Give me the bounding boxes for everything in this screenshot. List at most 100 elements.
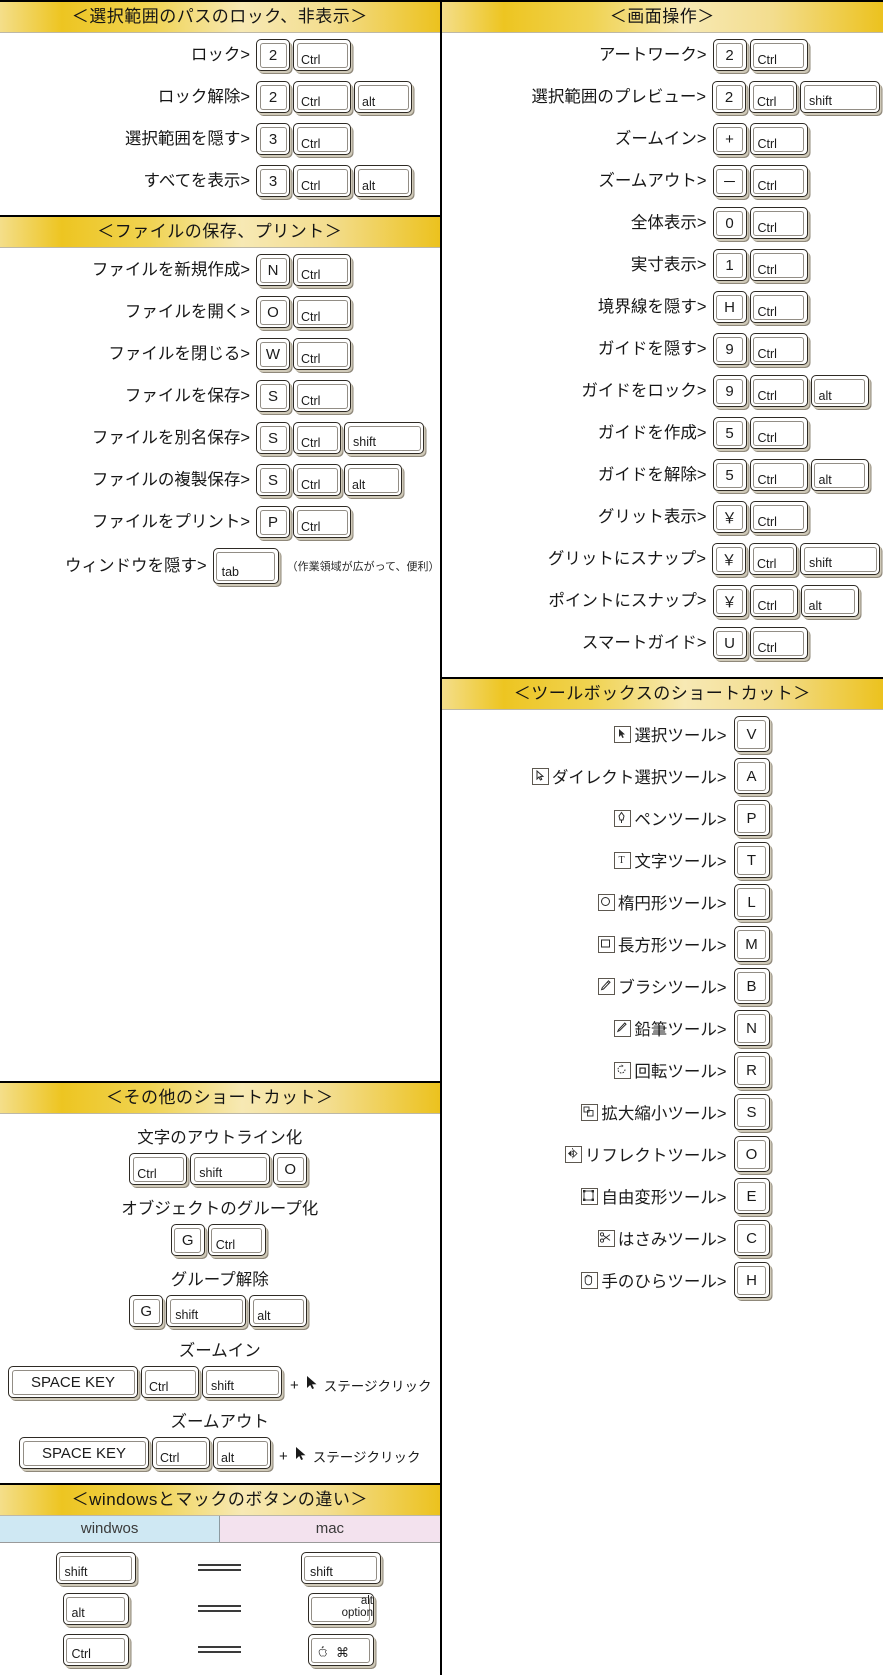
keycap[interactable]: Ctrl	[293, 296, 351, 328]
keycap[interactable]: Ctrl	[293, 81, 351, 113]
keycap[interactable]: alt	[344, 464, 402, 496]
keycap[interactable]: Ctrl	[293, 380, 351, 412]
section-title-lock-hide: ＜選択範囲のパスのロック、非表示＞	[0, 0, 440, 33]
keycap[interactable]: V	[733, 716, 770, 752]
keycap[interactable]: 9	[712, 375, 747, 407]
keycap[interactable]: 2	[256, 81, 290, 113]
keycap[interactable]: 5	[712, 459, 747, 491]
keycap[interactable]: Ctrl	[749, 81, 797, 113]
keycap[interactable]: shift	[300, 1552, 381, 1584]
keycap[interactable]: Ctrl	[749, 501, 808, 533]
keycap[interactable]: +	[712, 123, 747, 155]
keycap[interactable]: P	[256, 506, 290, 538]
keycap[interactable]: shift	[55, 1552, 136, 1584]
shortcut-label: ガイドをロック>	[581, 381, 707, 400]
keycap[interactable]: Ctrl	[749, 39, 808, 71]
keycap[interactable]: 9	[712, 333, 747, 365]
keycap[interactable]: shift	[166, 1295, 247, 1327]
keycap[interactable]: alt	[213, 1437, 271, 1469]
keycap[interactable]: A	[733, 758, 770, 794]
keycap[interactable]: SPACE KEY	[8, 1366, 138, 1398]
keycap[interactable]: G	[170, 1224, 205, 1256]
keycap[interactable]: shift	[800, 81, 880, 113]
keycap[interactable]: Ctrl	[749, 123, 808, 155]
keycap[interactable]: shift	[190, 1153, 271, 1185]
keycap[interactable]: Ctrl	[749, 417, 808, 449]
keycap[interactable]: alt	[810, 375, 869, 407]
keycap[interactable]: S	[256, 464, 290, 496]
keycap[interactable]: C	[733, 1220, 770, 1256]
keycap[interactable]: shift	[202, 1366, 282, 1398]
keycap[interactable]: G	[129, 1295, 164, 1327]
keycap[interactable]: U	[712, 627, 747, 659]
keycap[interactable]: 0	[712, 207, 747, 239]
keycap[interactable]: Ctrl	[293, 39, 351, 71]
keycap[interactable]: Ctrl	[152, 1437, 210, 1469]
keycap[interactable]: O	[733, 1136, 770, 1172]
keycap[interactable]: P	[733, 800, 770, 836]
keycap[interactable]: R	[733, 1052, 770, 1088]
keycap[interactable]: shift	[800, 543, 880, 575]
keycap[interactable]: Ctrl	[749, 627, 808, 659]
keycap[interactable]: SPACE KEY	[19, 1437, 149, 1469]
keycap[interactable]: ￥	[712, 585, 747, 617]
keycap[interactable]: T	[733, 842, 770, 878]
keycap[interactable]: tab	[212, 548, 279, 584]
keycap[interactable]: Ctrl	[293, 506, 351, 538]
keycap[interactable]: 3	[256, 123, 290, 155]
keycap[interactable]: －	[712, 165, 747, 197]
keycap[interactable]: Ctrl	[749, 543, 797, 575]
keycap[interactable]: 2	[256, 39, 290, 71]
keycap[interactable]: Ctrl	[293, 422, 341, 454]
keycap[interactable]: 3	[256, 165, 290, 197]
keycap[interactable]: alt	[62, 1593, 129, 1625]
keycap[interactable]: 2	[712, 81, 746, 113]
keycap[interactable]: N	[256, 254, 290, 286]
equals-divider-icon	[194, 1604, 245, 1614]
keycap[interactable]: Ctrl	[293, 464, 341, 496]
keycap[interactable]: L	[733, 884, 770, 920]
hand-tool-icon	[581, 1272, 599, 1289]
keycap[interactable]: alt	[800, 585, 859, 617]
keycap[interactable]: ￥	[712, 543, 746, 575]
keycap[interactable]: M	[733, 926, 770, 962]
keycap[interactable]: B	[733, 968, 770, 1004]
keycap[interactable]: H	[733, 1262, 770, 1298]
keycap[interactable]: 2	[712, 39, 747, 71]
keycap[interactable]: S	[256, 380, 290, 412]
keycap[interactable]: O	[273, 1153, 308, 1185]
keycap[interactable]: Ctrl	[293, 338, 351, 370]
keycap[interactable]: W	[256, 338, 290, 370]
keycap[interactable]: Ctrl	[749, 165, 808, 197]
keycap[interactable]: alt	[354, 165, 412, 197]
keycap[interactable]: Ctrl	[749, 585, 798, 617]
keycap[interactable]: Ctrl	[749, 249, 808, 281]
keycap[interactable]: Ctrl	[293, 123, 351, 155]
keycap[interactable]: Ctrl	[749, 207, 808, 239]
keycap[interactable]: alt	[810, 459, 869, 491]
keycap[interactable]: E	[733, 1178, 770, 1214]
keycap[interactable]: Ctrl	[749, 333, 808, 365]
keycap[interactable]: Ctrl	[749, 459, 808, 491]
keycap-command[interactable]: ⌘	[307, 1634, 374, 1666]
keycap[interactable]: alt	[249, 1295, 308, 1327]
keycap[interactable]: Ctrl	[129, 1153, 188, 1185]
keycap[interactable]: Ctrl	[293, 165, 351, 197]
keycap[interactable]: 5	[712, 417, 747, 449]
keycap[interactable]: Ctrl	[62, 1634, 129, 1666]
keycap[interactable]: N	[733, 1010, 770, 1046]
keycap[interactable]: ￥	[712, 501, 747, 533]
keycap[interactable]: O	[256, 296, 290, 328]
keycap[interactable]: Ctrl	[207, 1224, 266, 1256]
keycap[interactable]: Ctrl	[749, 375, 808, 407]
keycap[interactable]: Ctrl	[141, 1366, 199, 1398]
keycap[interactable]: Ctrl	[749, 291, 808, 323]
keycap[interactable]: alt	[354, 81, 412, 113]
keycap[interactable]: H	[712, 291, 747, 323]
keycap[interactable]: shift	[344, 422, 424, 454]
keycap[interactable]: S	[256, 422, 290, 454]
keycap[interactable]: S	[733, 1094, 770, 1130]
keycap[interactable]: alt option	[307, 1593, 374, 1625]
keycap[interactable]: 1	[712, 249, 747, 281]
keycap[interactable]: Ctrl	[293, 254, 351, 286]
